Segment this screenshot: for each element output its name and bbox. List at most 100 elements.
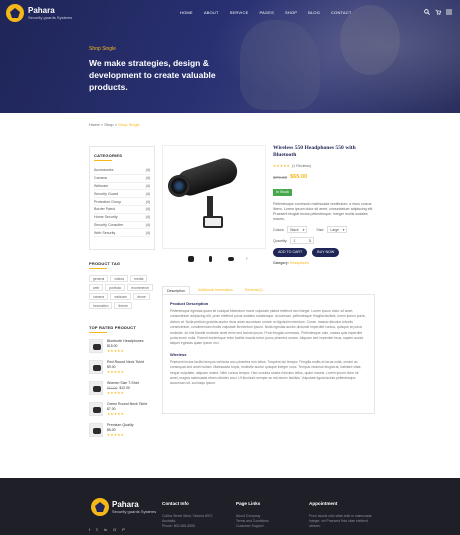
breadcrumb-shop[interactable]: Shop — [104, 122, 113, 127]
category-item[interactable]: Camera (4) — [94, 175, 150, 183]
search-icon[interactable] — [424, 9, 430, 17]
category-item[interactable]: Web Security (4) — [94, 229, 150, 238]
facebook-icon[interactable]: f — [89, 527, 90, 532]
product-thumbnail — [89, 381, 103, 395]
category-name: Border Patrol — [94, 207, 116, 212]
breadcrumb-home[interactable]: Home — [89, 122, 100, 127]
top-rated-current-price: $15.00 — [107, 344, 118, 348]
product-main-image[interactable] — [162, 145, 266, 249]
tag-general[interactable]: general — [89, 275, 109, 282]
top-rated-item[interactable]: Premium Quality $5.00 ★★★★★ — [89, 423, 155, 439]
hero-background-figure — [340, 5, 400, 75]
current-price: $65.00 — [290, 174, 308, 180]
twitter-icon[interactable]: 𝕥 — [96, 527, 98, 532]
nav-item-service[interactable]: SERVICE — [230, 10, 249, 15]
category-label: Category: — [273, 261, 289, 265]
tag-innovation[interactable]: innovation — [89, 302, 113, 309]
top-rated-item[interactable]: Red Round Neck Tshirt $9.00 ★★★★★ — [89, 360, 155, 376]
nav-item-pages[interactable]: PAGES — [259, 10, 274, 15]
category-name: Accessories — [94, 168, 114, 173]
category-count: (4) — [145, 215, 150, 220]
category-item[interactable]: Security Guard (4) — [94, 190, 150, 199]
chevron-down-icon: ▾ — [302, 227, 305, 232]
tag-media[interactable]: media — [130, 275, 148, 282]
linkedin-icon[interactable]: in — [104, 527, 107, 532]
category-item[interactable]: Protection Group (4) — [94, 198, 150, 206]
nav-item-shop[interactable]: SHOP — [285, 10, 297, 15]
footer-brand-tagline: Security guards Systems — [112, 509, 157, 514]
lion-shield-icon — [91, 498, 109, 516]
color-select[interactable]: Black ▾ — [287, 226, 308, 233]
tag-webcam[interactable]: webcam — [110, 293, 131, 300]
category-item[interactable]: Home Security (4) — [94, 214, 150, 222]
category-item[interactable]: Accessories (4) — [94, 167, 150, 175]
tab-panel: Product Description Pellentesque egestas… — [162, 294, 375, 414]
breadcrumb-separator: > — [100, 122, 104, 127]
product-thumb[interactable] — [206, 254, 216, 264]
product-thumb[interactable] — [226, 254, 236, 264]
footer-logo[interactable]: Pahara Security guards Systems — [91, 498, 156, 516]
stepper-arrows-icon[interactable]: ⇅ — [309, 239, 312, 243]
brand-name: Pahara — [28, 6, 55, 15]
tag-drone[interactable]: drone — [132, 293, 150, 300]
add-to-cart-button[interactable]: ADD TO CART — [273, 248, 308, 257]
pinterest-icon[interactable]: P — [122, 527, 125, 532]
heading-underline — [94, 160, 112, 161]
menu-icon[interactable] — [446, 9, 452, 17]
tag-portfolio[interactable]: portfolio — [105, 284, 126, 291]
nav-item-blog[interactable]: BLOG — [308, 10, 320, 15]
tab-reviews[interactable]: Reviews(1) — [241, 286, 267, 294]
chevron-right-icon[interactable]: › — [246, 256, 248, 262]
size-label: Size: — [316, 227, 325, 232]
site-logo[interactable]: Pahara Security guards Systems — [6, 4, 72, 22]
tag-theme[interactable]: theme — [114, 302, 132, 309]
action-buttons: ADD TO CART BUY NOW — [273, 248, 378, 257]
top-rated-item[interactable]: Bluetooth Headphones $15.00 ★★★★★ — [89, 339, 155, 355]
category-link[interactable]: Headphones — [290, 261, 309, 265]
buy-now-button[interactable]: BUY NOW — [312, 248, 340, 257]
product-price: $70.00 $65.00 — [273, 174, 378, 180]
size-select[interactable]: Large ▾ — [327, 226, 348, 233]
tag-ecommerce[interactable]: ecommerce — [127, 284, 154, 291]
category-count: (4) — [145, 199, 150, 204]
top-rated-current-price: $9.00 — [107, 365, 116, 369]
hero-kicker: Shop Single — [89, 46, 116, 52]
tag-web[interactable]: web — [89, 284, 104, 291]
category-item[interactable]: Webcam (4) — [94, 183, 150, 191]
nav-item-about[interactable]: ABOUT — [204, 10, 219, 15]
footer-appointment-text: Proin iaculis odio vitae ante in malesua… — [309, 514, 373, 528]
category-item[interactable]: Border Patrol (4) — [94, 206, 150, 214]
cart-icon[interactable] — [435, 9, 442, 17]
nav-item-contact[interactable]: CONTACT — [331, 10, 351, 15]
tag-camera[interactable]: camera — [89, 293, 109, 300]
product-thumb[interactable] — [186, 254, 196, 264]
top-rated-widget: TOP RATED PRODUCT Bluetooth Headphones $… — [89, 325, 155, 444]
tag-videos[interactable]: videos — [110, 275, 129, 282]
review-count[interactable]: (1 Reviews) — [292, 164, 311, 168]
top-rated-item[interactable]: Green Round Neck Tshirt $7.00 ★★★★★ — [89, 402, 155, 418]
old-price: $70.00 — [273, 174, 288, 180]
product-thumbnail — [89, 360, 103, 374]
footer-brand-name: Pahara — [112, 500, 139, 509]
category-count: (4) — [145, 168, 150, 173]
tab-additional-information[interactable]: Additional Information — [194, 286, 237, 294]
header-icons — [424, 9, 452, 17]
breadcrumb-separator: > — [114, 122, 118, 127]
categories-heading: CATEGORIES — [94, 153, 123, 158]
top-rated-item[interactable]: Women Size T-Shirt $17.00 $12.00 ★★★★★ — [89, 381, 155, 397]
stock-badge: In Stock — [273, 188, 292, 196]
footer-contact-info: Collins Street West, Victoria 8007, Aust… — [162, 514, 228, 529]
main-nav: HOME ABOUT SERVICE PAGES SHOP BLOG CONTA… — [180, 10, 351, 15]
category-name: Webcam — [94, 183, 109, 188]
star-rating: ★★★★★ — [107, 348, 125, 353]
category-item[interactable]: Security Consulter (4) — [94, 222, 150, 230]
top-rated-current-price: $12.00 — [119, 386, 130, 390]
tab-description[interactable]: Description — [162, 286, 190, 294]
category-name: Home Security — [94, 215, 118, 220]
quantity-stepper[interactable]: 1 ⇅ — [290, 237, 315, 244]
google-plus-icon[interactable]: G — [113, 527, 116, 532]
footer-link[interactable]: Customer Support — [236, 524, 296, 529]
nav-item-home[interactable]: HOME — [180, 10, 193, 15]
footer-links-heading: Page Links — [236, 501, 261, 506]
top-rated-old-price: $17.00 — [107, 386, 118, 390]
